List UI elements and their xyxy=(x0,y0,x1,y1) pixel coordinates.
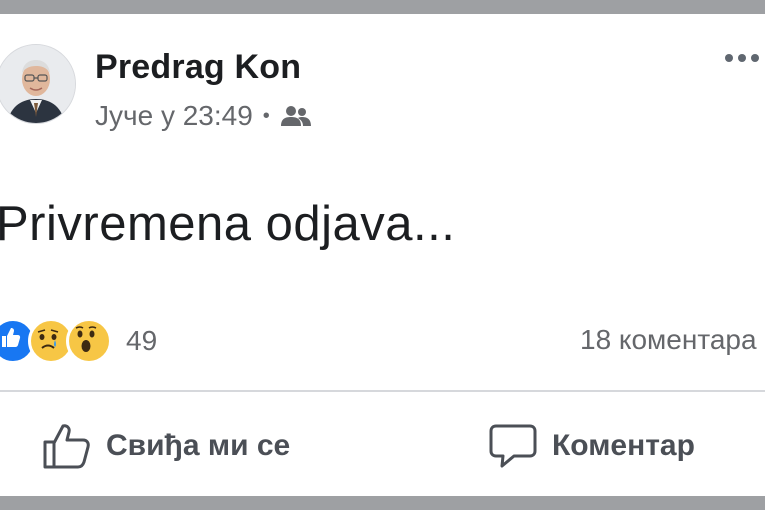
like-button[interactable]: Свиђа ми се xyxy=(42,422,290,470)
friends-icon xyxy=(280,106,311,126)
wow-reaction-icon xyxy=(66,318,112,364)
more-options-button[interactable] xyxy=(725,54,759,62)
profile-photo xyxy=(0,45,75,123)
comment-count[interactable]: 18 коментара xyxy=(580,324,757,356)
like-label: Свиђа ми се xyxy=(106,429,291,462)
comment-label: Коментар xyxy=(552,429,695,462)
author-name[interactable]: Predrag Kon xyxy=(95,48,301,87)
more-dot xyxy=(725,54,733,62)
more-dot xyxy=(738,54,746,62)
post-meta: Јуче у 23:49 • xyxy=(95,100,312,132)
post-timestamp[interactable]: Јуче у 23:49 xyxy=(95,100,253,132)
comment-button[interactable]: Коментар xyxy=(488,422,695,470)
more-dot xyxy=(751,54,759,62)
post-text: Privremena odjava... xyxy=(0,197,456,251)
reaction-count: 49 xyxy=(126,325,158,356)
speech-bubble-icon xyxy=(489,424,537,468)
post-card: Predrag Kon Јуче у 23:49 • Privremena od… xyxy=(0,14,765,496)
reactions-summary[interactable]: 49 xyxy=(0,318,157,364)
meta-separator: • xyxy=(262,104,270,127)
divider xyxy=(0,390,765,392)
thumbs-up-icon xyxy=(43,424,90,469)
avatar[interactable] xyxy=(0,44,76,124)
